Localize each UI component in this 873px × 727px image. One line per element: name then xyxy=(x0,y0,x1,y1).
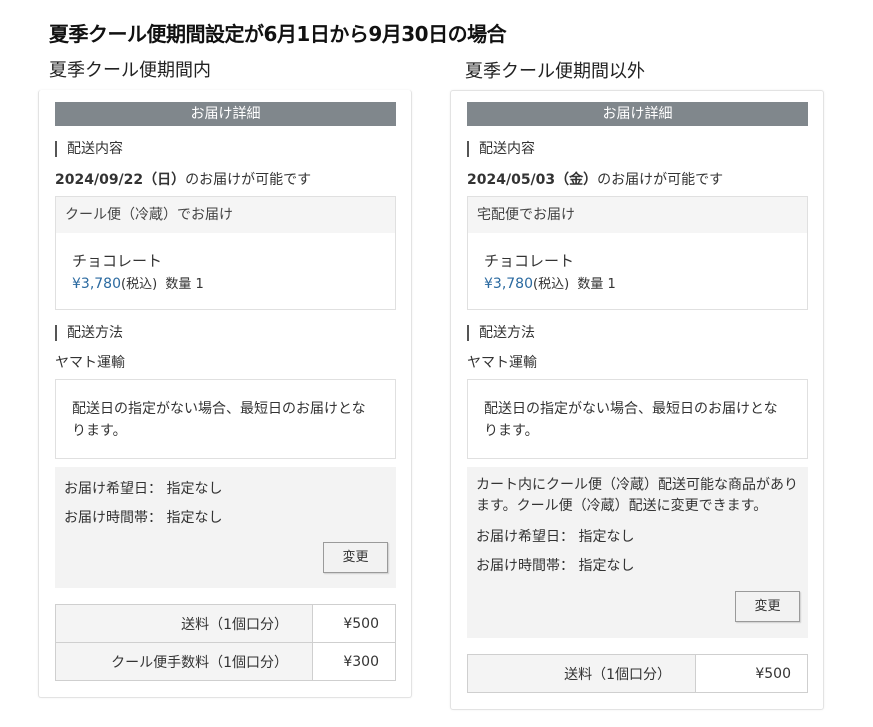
left-column-title: 夏季クール便期間内 xyxy=(49,60,211,81)
shortest-date-note: 配送日の指定がない場合、最短日のお届けとな ります。 xyxy=(55,379,396,459)
fee-label: 送料（1個口分） xyxy=(55,604,313,643)
delivery-method-label: 配送方法 xyxy=(467,325,535,341)
delivery-date-suffix: のお届けが可能です xyxy=(185,172,312,188)
product-name: チョコレート xyxy=(72,252,163,270)
note-line: ります。 xyxy=(72,423,127,439)
fee-label: 送料（1個口分） xyxy=(467,654,696,693)
fee-label: クール便手数料（1個口分） xyxy=(55,642,313,681)
fee-table: 送料（1個口分） ¥500 クール便手数料（1個口分） ¥300 xyxy=(55,604,396,681)
delivery-date-line: 2024/05/03（金）のお届けが可能です xyxy=(467,169,723,189)
change-button[interactable]: 変更 xyxy=(735,591,800,622)
delivery-detail-card-left: お届け詳細 配送内容 2024/09/22（日）のお届けが可能です クール便（冷… xyxy=(38,90,412,698)
delivery-wish-box: カート内にクール便（冷蔵）配送可能な商品があり ます。クール便（冷蔵）配送に変更… xyxy=(467,467,808,638)
shipment-type-label: クール便（冷蔵）でお届け xyxy=(56,197,395,233)
wish-date: お届け希望日： 指定なし xyxy=(476,529,635,545)
delivery-detail-header: お届け詳細 xyxy=(467,102,808,126)
shortest-date-note: 配送日の指定がない場合、最短日のお届けとな ります。 xyxy=(467,379,808,459)
fee-row: クール便手数料（1個口分） ¥300 xyxy=(55,642,396,681)
page-title: 夏季クール便期間設定が6月1日から9月30日の場合 xyxy=(49,22,507,46)
delivery-date: 2024/09/22（日） xyxy=(55,172,186,188)
shipment-box: 宅配便でお届け チョコレート ¥3,780(税込) 数量 1 xyxy=(467,196,808,310)
delivery-date-line: 2024/09/22（日）のお届けが可能です xyxy=(55,169,311,189)
tax-label: (税込) xyxy=(121,277,158,292)
cool-delivery-notice: カート内にクール便（冷蔵）配送可能な商品があり ます。クール便（冷蔵）配送に変更… xyxy=(476,475,798,517)
delivery-detail-card-right: お届け詳細 配送内容 2024/05/03（金）のお届けが可能です 宅配便でお届… xyxy=(450,90,824,710)
delivery-date-suffix: のお届けが可能です xyxy=(597,172,724,188)
tax-label: (税込) xyxy=(533,277,570,292)
fee-row: 送料（1個口分） ¥500 xyxy=(55,604,396,643)
product-quantity: 数量 1 xyxy=(577,277,616,292)
delivery-method-label: 配送方法 xyxy=(55,325,123,341)
notice-line: カート内にクール便（冷蔵）配送可能な商品があり xyxy=(476,477,798,493)
delivery-content-label: 配送内容 xyxy=(467,141,535,157)
fee-table: 送料（1個口分） ¥500 xyxy=(467,654,808,693)
carrier-name: ヤマト運輸 xyxy=(467,355,537,371)
fee-value: ¥500 xyxy=(312,604,396,643)
notice-line: ます。クール便（冷蔵）配送に変更できます。 xyxy=(476,498,768,514)
right-column-title: 夏季クール便期間以外 xyxy=(465,61,645,82)
product-name: チョコレート xyxy=(484,252,575,270)
change-button[interactable]: 変更 xyxy=(323,542,388,573)
shipment-type-label: 宅配便でお届け xyxy=(468,197,807,233)
note-line: 配送日の指定がない場合、最短日のお届けとな xyxy=(72,401,366,417)
shipment-box: クール便（冷蔵）でお届け チョコレート ¥3,780(税込) 数量 1 xyxy=(55,196,396,310)
note-line: ります。 xyxy=(484,423,539,439)
delivery-wish-box: お届け希望日： 指定なし お届け時間帯： 指定なし 変更 xyxy=(55,467,396,588)
delivery-detail-header: お届け詳細 xyxy=(55,102,396,126)
delivery-content-label: 配送内容 xyxy=(55,141,123,157)
delivery-date: 2024/05/03（金） xyxy=(467,172,598,188)
product-quantity: 数量 1 xyxy=(165,277,204,292)
product-price-line: ¥3,780(税込) 数量 1 xyxy=(484,273,616,292)
wish-date: お届け希望日： 指定なし xyxy=(64,481,223,497)
wish-time: お届け時間帯： 指定なし xyxy=(476,558,635,574)
product-price-line: ¥3,780(税込) 数量 1 xyxy=(72,273,204,292)
fee-value: ¥500 xyxy=(695,654,808,693)
note-line: 配送日の指定がない場合、最短日のお届けとな xyxy=(484,401,778,417)
fee-row: 送料（1個口分） ¥500 xyxy=(467,654,808,693)
fee-value: ¥300 xyxy=(312,642,396,681)
product-price: ¥3,780 xyxy=(484,276,533,292)
wish-time: お届け時間帯： 指定なし xyxy=(64,510,223,526)
carrier-name: ヤマト運輸 xyxy=(55,355,125,371)
product-price: ¥3,780 xyxy=(72,276,121,292)
